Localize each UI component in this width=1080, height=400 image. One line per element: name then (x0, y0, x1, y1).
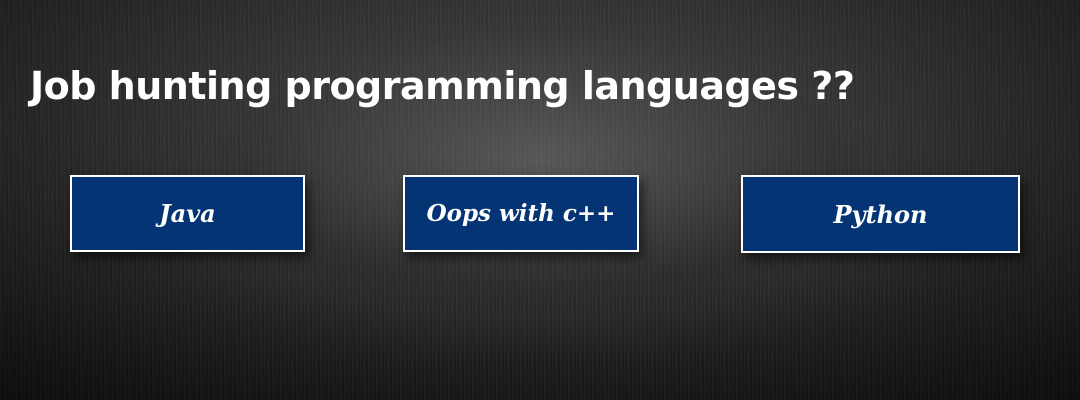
oops-with-cpp-box: Oops with c++ (403, 175, 639, 252)
slide-title: Job hunting programming languages ?? (30, 64, 855, 108)
java-box: Java (70, 175, 305, 252)
python-box: Python (741, 175, 1020, 253)
